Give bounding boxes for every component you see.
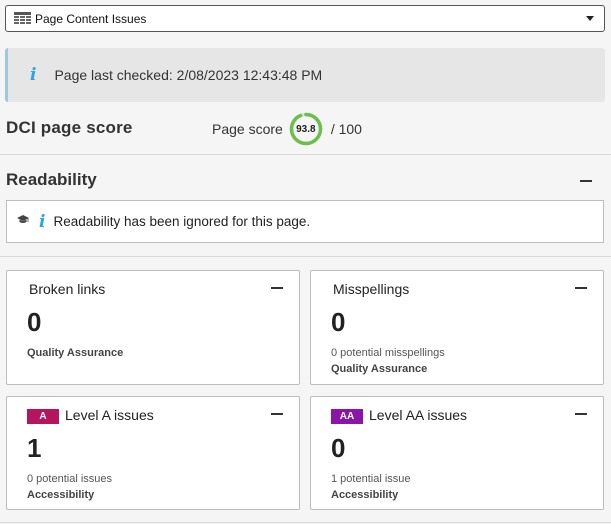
divider — [0, 522, 611, 523]
last-checked-banner: i Page last checked: 2/08/2023 12:43:48 … — [5, 48, 605, 102]
potential-issues: 0 potential issues — [27, 473, 112, 485]
level-a-count: 1 — [27, 433, 42, 463]
last-checked-text: Page last checked: 2/08/2023 12:43:48 PM — [54, 67, 323, 83]
readability-message-text: Readability has been ignored for this pa… — [53, 214, 311, 229]
table-icon — [14, 12, 31, 25]
misspellings-count: 0 — [331, 307, 346, 337]
collapse-level-a-button[interactable] — [271, 413, 283, 415]
info-icon: i — [30, 65, 37, 85]
page-score: Page score 93.8 / 100 — [212, 112, 362, 146]
card-category: Quality Assurance — [331, 363, 428, 375]
potential-issues: 1 potential issue — [331, 473, 411, 485]
divider — [0, 154, 611, 155]
level-aa-badge: AA — [331, 409, 363, 424]
score-max: / 100 — [330, 121, 362, 137]
score-gauge: 93.8 — [289, 112, 323, 146]
card-category: Quality Assurance — [27, 347, 124, 359]
card-title: Misspellings — [333, 281, 410, 297]
readability-message: i Readability has been ignored for this … — [6, 200, 604, 243]
level-a-card: A Level A issues 1 0 potential issues Ac… — [6, 396, 300, 510]
misspellings-card: Misspellings 0 0 potential misspellings … — [310, 270, 604, 385]
info-icon: i — [39, 211, 46, 232]
card-title: Level AA issues — [369, 407, 468, 423]
level-aa-count: 0 — [331, 433, 346, 463]
card-category: Accessibility — [331, 489, 399, 501]
page-score-label: Page score — [212, 121, 283, 137]
collapse-misspellings-button[interactable] — [575, 287, 587, 289]
level-aa-card: AA Level AA issues 0 1 potential issue A… — [310, 396, 604, 510]
collapse-readability-button[interactable] — [580, 180, 592, 182]
readability-title: Readability — [6, 170, 97, 189]
card-title: Level A issues — [65, 407, 154, 423]
level-a-badge: A — [27, 409, 59, 424]
card-title: Broken links — [29, 281, 106, 297]
collapse-level-aa-button[interactable] — [575, 413, 587, 415]
dropdown-label: Page Content Issues — [35, 11, 147, 26]
chevron-down-icon[interactable] — [586, 16, 594, 21]
score-value: 93.8 — [296, 123, 316, 135]
broken-links-count: 0 — [27, 307, 42, 337]
card-category: Accessibility — [27, 489, 95, 501]
divider — [0, 256, 611, 257]
score-section-title: DCI page score — [6, 118, 133, 137]
potential-misspellings: 0 potential misspellings — [331, 347, 445, 359]
broken-links-card: Broken links 0 Quality Assurance — [6, 270, 300, 385]
graduation-cap-icon — [17, 215, 29, 228]
collapse-broken-links-button[interactable] — [271, 287, 283, 289]
content-view-dropdown[interactable]: Page Content Issues — [5, 5, 605, 32]
